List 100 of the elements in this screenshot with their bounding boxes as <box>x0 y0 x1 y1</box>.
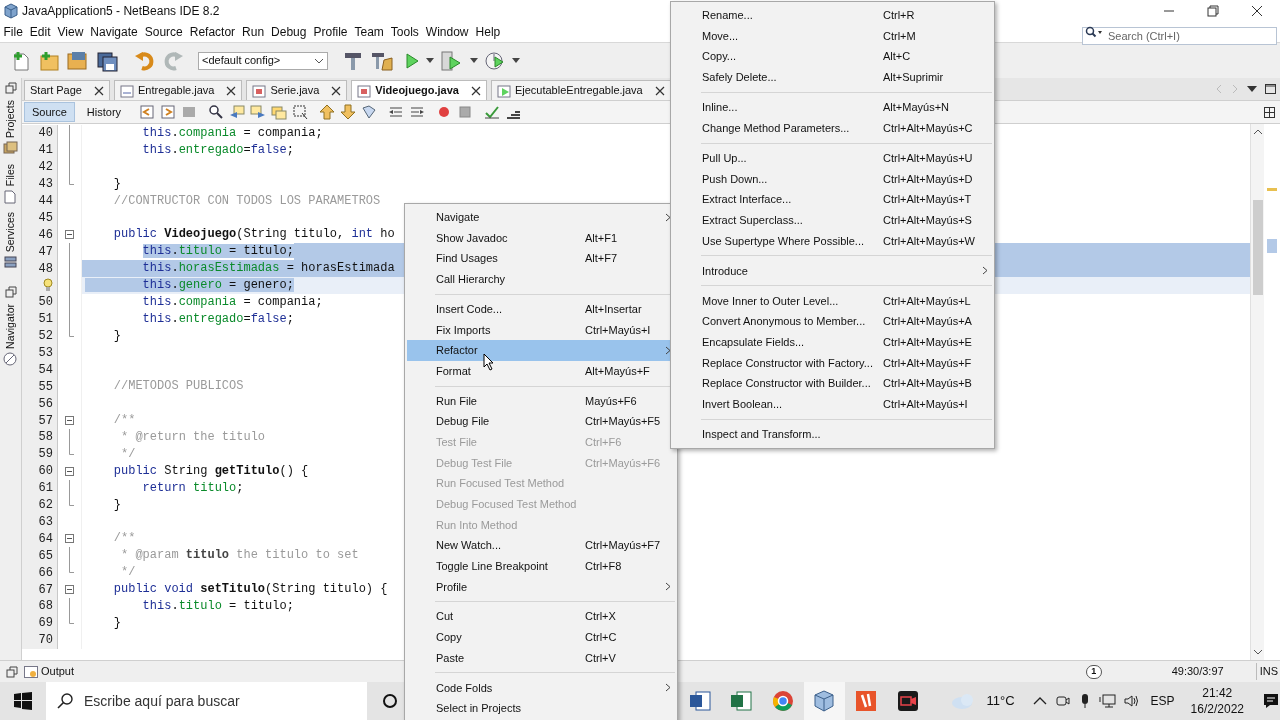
forward-history-icon[interactable] <box>160 104 177 120</box>
menu-item[interactable]: Extract Superclass... Ctrl+Alt+Mayús+S <box>673 209 992 231</box>
editor-tab[interactable]: Videojuego.java <box>351 80 487 100</box>
menu-item[interactable]: Extract Interface... Ctrl+Alt+Mayús+T <box>673 189 992 210</box>
editor-tab[interactable]: Serie.java <box>246 80 348 100</box>
scrollbar-thumb[interactable] <box>1252 199 1263 295</box>
down-chevron-icon[interactable] <box>1252 649 1263 656</box>
menu-item[interactable]: Edit <box>26 23 55 41</box>
menu-item[interactable]: Toggle Line Breakpoint Ctrl+F8 <box>407 555 675 577</box>
menu-item[interactable]: Safely Delete... Alt+Suprimir <box>673 67 992 88</box>
weather-temperature[interactable]: 11°C <box>986 691 1015 711</box>
editor-tab[interactable]: Start Page <box>24 80 110 100</box>
down-arrow-icon[interactable] <box>340 104 357 120</box>
menu-item[interactable]: Debug <box>267 23 310 41</box>
view-tab[interactable]: Source <box>24 102 75 122</box>
menu-item[interactable]: Push Down... Ctrl+Alt+Mayús+D <box>673 168 992 190</box>
close-icon[interactable] <box>94 85 104 96</box>
menu-item[interactable]: File <box>0 23 27 41</box>
clock-date[interactable]: 16/2/2022 <box>1190 701 1244 717</box>
menu-item[interactable]: Inline... Alt+Mayús+N <box>673 97 992 118</box>
dropdown-icon[interactable] <box>1247 85 1257 93</box>
shift-right-icon[interactable] <box>409 104 426 120</box>
menu-item[interactable]: Source <box>141 23 187 41</box>
caret-icon[interactable] <box>426 57 434 64</box>
menu-item[interactable]: Code Folds <box>407 677 675 699</box>
menu-item[interactable]: Cut Ctrl+X <box>407 606 675 627</box>
config-dropdown[interactable]: <default config> <box>198 51 328 70</box>
side-panel-tab[interactable]: Files <box>2 163 19 187</box>
menu-item[interactable]: Team <box>351 23 388 41</box>
editor-tab[interactable]: EjecutableEntregable.java <box>490 80 671 100</box>
close-icon[interactable] <box>654 85 665 96</box>
menu-item[interactable]: Pull Up... Ctrl+Alt+Mayús+U <box>673 147 992 169</box>
menu-item[interactable]: Copy Ctrl+C <box>407 627 675 648</box>
menu-item[interactable]: Inspect and Transform... <box>673 423 992 445</box>
side-panel-tab[interactable]: Services <box>2 212 19 253</box>
output-button[interactable]: Output <box>24 663 75 680</box>
menu-item[interactable]: Introduce <box>673 260 992 282</box>
menu-item[interactable]: Encapsulate Fields... Ctrl+Alt+Mayús+E <box>673 331 992 353</box>
fold-collapse-icon[interactable] <box>65 466 74 476</box>
menu-item[interactable]: Window <box>422 23 473 41</box>
cortana-circle-icon[interactable] <box>382 693 398 709</box>
notification-bubble[interactable]: 1 <box>1085 664 1102 679</box>
chevron-up-icon[interactable] <box>1032 696 1047 706</box>
file-icon[interactable] <box>3 189 18 205</box>
speaker-icon[interactable] <box>1122 693 1141 709</box>
save-all-icon[interactable] <box>96 49 120 72</box>
side-panel-tab[interactable]: Projects <box>2 100 19 138</box>
profile-gauge-icon[interactable] <box>484 49 506 72</box>
back-history-icon[interactable] <box>139 104 156 120</box>
up-chevron-icon[interactable] <box>1252 128 1263 135</box>
side-panel-tab[interactable]: Navigator <box>2 304 19 350</box>
menu-item[interactable]: Rename... Ctrl+R <box>673 5 992 26</box>
close-icon[interactable] <box>226 85 237 96</box>
check-icon[interactable] <box>484 104 501 120</box>
editor-tab[interactable]: Entregable.java <box>114 80 243 100</box>
split-grid-icon[interactable] <box>1264 106 1275 118</box>
window-restore-icon[interactable] <box>4 286 17 299</box>
restore-icon[interactable] <box>1206 4 1220 18</box>
fold-collapse-icon[interactable] <box>65 230 74 240</box>
menu-item[interactable]: New Watch... Ctrl+Mayús+F7 <box>407 535 675 556</box>
taskbar-search-field[interactable]: Escribe aquí para buscar <box>46 682 367 720</box>
menu-item[interactable]: Convert Anonymous to Member... Ctrl+Alt+Mayús+A <box>673 311 992 332</box>
shift-left-icon[interactable] <box>388 104 405 120</box>
folders-icon[interactable] <box>3 140 18 156</box>
menu-item[interactable]: Move... Ctrl+M <box>673 25 992 47</box>
find-previous-icon[interactable] <box>229 104 246 120</box>
menu-item[interactable]: Select in Projects <box>407 698 675 719</box>
maximize-icon[interactable] <box>1265 84 1276 94</box>
menu-item[interactable]: Profile <box>407 576 675 598</box>
menu-item[interactable]: Navigate <box>86 23 142 41</box>
caret-icon[interactable] <box>470 57 478 64</box>
input-language[interactable]: ESP <box>1150 692 1175 710</box>
up-arrow-icon[interactable] <box>319 104 336 120</box>
fold-collapse-icon[interactable] <box>65 534 74 544</box>
stop-icon[interactable] <box>457 104 474 120</box>
view-tab[interactable]: History <box>79 102 129 122</box>
close-icon[interactable] <box>331 85 342 96</box>
caret-icon[interactable] <box>512 57 520 64</box>
search-icon[interactable] <box>208 104 225 120</box>
lightbulb-icon[interactable] <box>43 278 53 293</box>
fold-collapse-icon[interactable] <box>65 585 74 594</box>
camera-icon[interactable] <box>1054 693 1071 709</box>
windows-start-icon[interactable] <box>13 691 33 711</box>
window-restore-icon[interactable] <box>4 82 17 94</box>
menu-item[interactable]: Paste Ctrl+V <box>407 647 675 669</box>
selection-icon[interactable] <box>292 104 309 120</box>
menu-item[interactable]: Invert Boolean... Ctrl+Alt+Mayús+I <box>673 393 992 415</box>
clock-time[interactable]: 21:42 <box>1202 685 1233 701</box>
search-field[interactable]: Search (Ctrl+I) <box>1082 27 1277 45</box>
notification-icon[interactable] <box>1262 692 1280 710</box>
menu-item[interactable]: View <box>54 23 87 41</box>
menu-item[interactable]: Profile <box>310 23 351 41</box>
open-folder-icon[interactable] <box>66 49 90 72</box>
menu-item[interactable]: Tools <box>387 23 423 41</box>
close-icon[interactable] <box>470 85 481 96</box>
menu-item[interactable]: Help <box>472 23 504 41</box>
menu-item[interactable]: Run <box>238 23 268 41</box>
new-project-icon[interactable] <box>38 49 60 72</box>
compass-icon[interactable] <box>3 352 18 368</box>
close-icon[interactable] <box>1250 4 1264 18</box>
